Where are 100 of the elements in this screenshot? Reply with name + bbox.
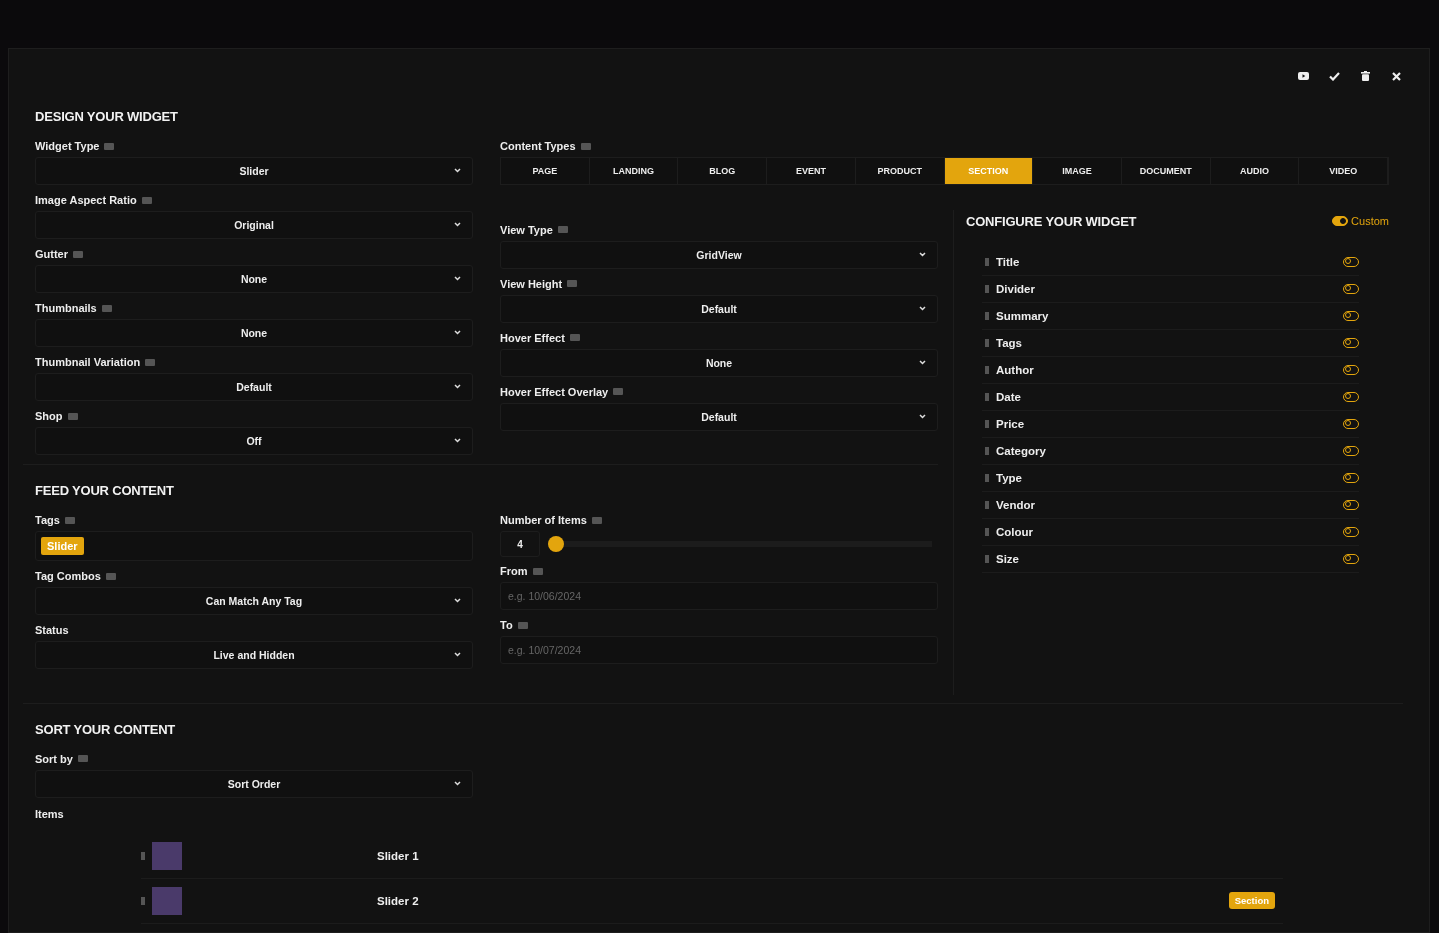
- section-heading: FEED YOUR CONTENT: [35, 483, 175, 498]
- section-heading: DESIGN YOUR WIDGET: [35, 109, 179, 124]
- photo-placeholder: [152, 886, 182, 915]
- chevron-down-icon: [454, 384, 461, 389]
- video-help-icon[interactable]: [141, 196, 152, 204]
- drag-handle-icon[interactable]: [985, 500, 989, 509]
- toggle-switch[interactable]: [1332, 216, 1349, 226]
- field-label: Thumbnail Variation: [35, 356, 141, 368]
- section-heading: SORT YOUR CONTENT: [35, 721, 177, 737]
- chevron-down-icon: [454, 598, 461, 603]
- dropdown[interactable]: Original: [35, 211, 473, 239]
- dropdown[interactable]: Sort Order: [35, 769, 473, 798]
- chevron-down-icon: [919, 251, 926, 257]
- type-badge: Section: [1228, 892, 1275, 909]
- drag-handle-icon[interactable]: [985, 473, 989, 482]
- drag-handle-icon[interactable]: [985, 392, 989, 401]
- dropdown[interactable]: Off: [35, 427, 473, 455]
- field-label: Number of Items: [500, 514, 587, 526]
- dropdown[interactable]: Default: [500, 402, 938, 431]
- field-label: Hover Effect Overlay: [500, 385, 609, 398]
- field-label: Thumbnails: [35, 302, 97, 314]
- dropdown[interactable]: Slider: [35, 157, 473, 185]
- dropdown[interactable]: Live and Hidden: [35, 641, 473, 669]
- video-help-icon[interactable]: [580, 142, 591, 150]
- field-label: Vendor: [996, 498, 1036, 511]
- drag-handle-icon[interactable]: [985, 446, 989, 455]
- video-help-icon[interactable]: [67, 412, 78, 420]
- video-help-icon[interactable]: [104, 142, 115, 150]
- field-label: Author: [996, 363, 1035, 376]
- number-field[interactable]: 4: [500, 531, 540, 557]
- drag-handle-icon[interactable]: [985, 284, 989, 293]
- chevron-down-icon: [919, 413, 926, 419]
- dropdown[interactable]: None: [500, 348, 938, 377]
- field-label: Shop: [35, 410, 63, 422]
- video-help-icon[interactable]: [73, 250, 83, 258]
- video-help-icon[interactable]: [569, 334, 580, 341]
- chevron-down-icon: [454, 222, 461, 227]
- video-help-icon[interactable]: [105, 572, 116, 580]
- video-help-icon[interactable]: [77, 755, 88, 762]
- field-label: Category: [996, 444, 1047, 457]
- drag-handle-icon[interactable]: [985, 311, 989, 320]
- drag-handle-icon[interactable]: [141, 851, 145, 860]
- field-label: Date: [996, 390, 1022, 403]
- chevron-down-icon: [454, 780, 461, 786]
- dropdown[interactable]: Default: [35, 373, 473, 401]
- field-label: Price: [996, 417, 1026, 430]
- field-label: Widget Type: [35, 140, 100, 152]
- dropdown[interactable]: Can Match Any Tag: [35, 587, 473, 615]
- field-label: Size: [996, 552, 1020, 565]
- video-icon[interactable]: [1296, 69, 1310, 83]
- dropdown[interactable]: Default: [500, 294, 938, 323]
- field-label: Summary: [996, 309, 1050, 322]
- chevron-down-icon: [454, 168, 461, 173]
- section-heading: CONFIGURE YOUR WIDGET: [966, 213, 1137, 229]
- video-help-icon[interactable]: [517, 621, 528, 629]
- video-help-icon[interactable]: [64, 516, 75, 524]
- item-name: Slider 1: [377, 849, 420, 862]
- dropdown[interactable]: GridView: [500, 240, 938, 269]
- field-label: Title: [996, 255, 1021, 268]
- field-label: Hover Effect: [500, 331, 565, 344]
- field-label: Status: [35, 624, 69, 636]
- field-label: Gutter: [35, 248, 68, 260]
- field-label: Divider: [996, 282, 1036, 295]
- close-icon[interactable]: [1389, 69, 1403, 83]
- date-input[interactable]: e.g. 10/06/2024: [500, 582, 938, 610]
- video-help-icon[interactable]: [591, 516, 602, 524]
- drag-handle-icon[interactable]: [985, 527, 989, 536]
- video-help-icon[interactable]: [613, 388, 624, 395]
- drag-handle-icon[interactable]: [985, 365, 989, 374]
- field-label: Colour: [996, 525, 1035, 538]
- chevron-down-icon: [454, 438, 461, 443]
- video-help-icon[interactable]: [532, 567, 543, 575]
- field-label: Tags: [35, 514, 60, 526]
- field-label: View Height: [500, 277, 563, 290]
- slider-thumb[interactable]: [548, 536, 564, 552]
- chevron-down-icon: [454, 652, 461, 657]
- trash-icon[interactable]: [1358, 69, 1372, 83]
- field-label: Type: [996, 471, 1023, 484]
- drag-handle-icon[interactable]: [985, 257, 989, 266]
- drag-handle-icon[interactable]: [985, 419, 989, 428]
- photo-placeholder: [152, 841, 182, 870]
- field-label: Tags: [996, 336, 1023, 349]
- field-label: View Type: [500, 223, 553, 236]
- field-label: Tag Combos: [35, 570, 101, 582]
- video-help-icon[interactable]: [145, 358, 156, 366]
- field-label: Image Aspect Ratio: [35, 194, 137, 206]
- chevron-down-icon: [454, 330, 461, 335]
- chevron-down-icon: [919, 305, 926, 311]
- field-label: To: [500, 619, 513, 631]
- dropdown[interactable]: None: [35, 265, 473, 293]
- drag-handle-icon[interactable]: [985, 554, 989, 563]
- field-label: Content Types: [500, 140, 576, 152]
- video-help-icon[interactable]: [567, 280, 578, 287]
- dropdown[interactable]: None: [35, 319, 473, 347]
- field-label: From: [500, 565, 528, 577]
- drag-handle-icon[interactable]: [985, 338, 989, 347]
- date-input[interactable]: e.g. 10/07/2024: [500, 636, 938, 664]
- drag-handle-icon[interactable]: [141, 896, 145, 905]
- video-help-icon[interactable]: [101, 304, 112, 312]
- video-help-icon[interactable]: [557, 226, 568, 233]
